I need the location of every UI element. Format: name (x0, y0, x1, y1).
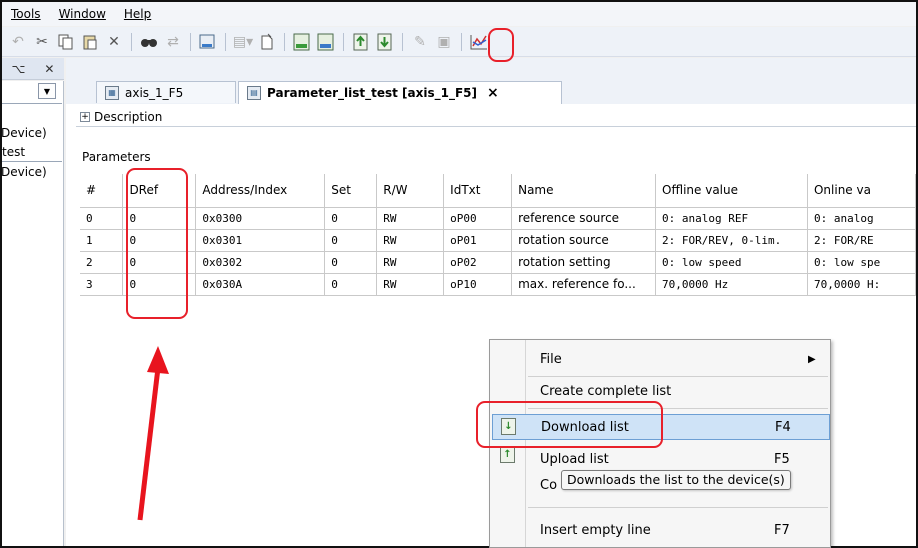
annotation-arrow (137, 346, 169, 521)
